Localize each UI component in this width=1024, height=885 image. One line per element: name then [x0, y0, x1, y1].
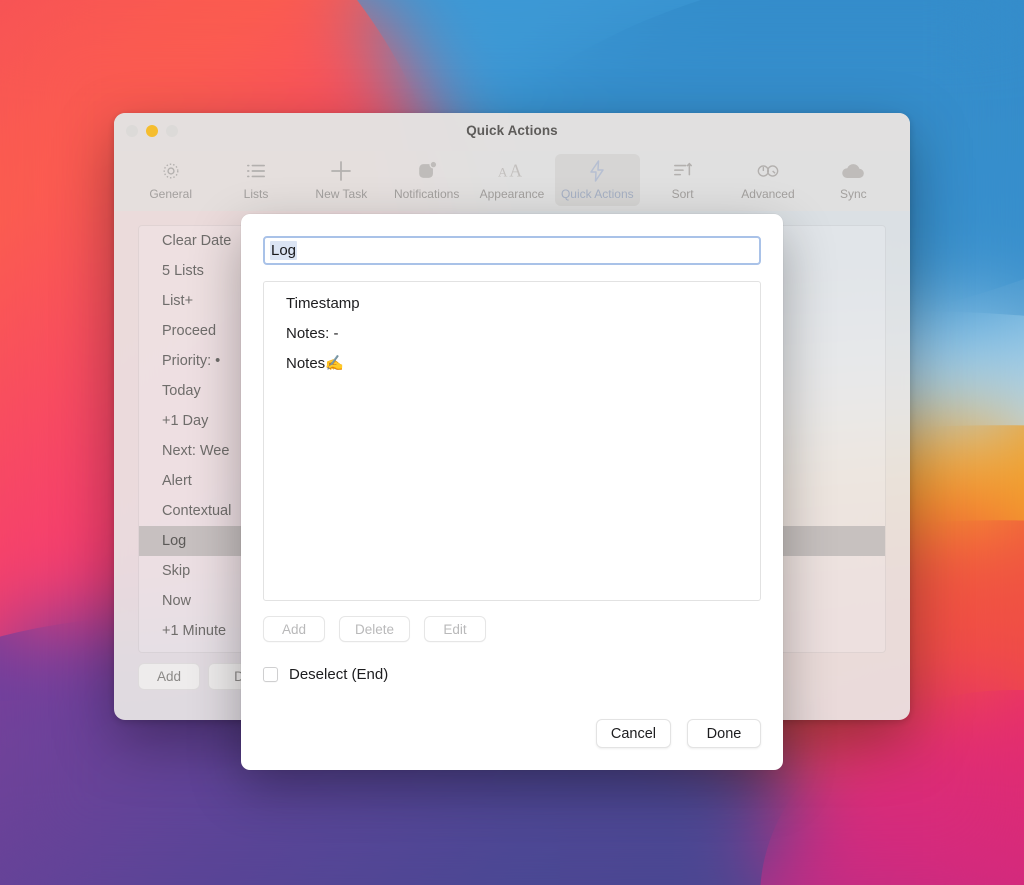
svg-text:A: A [498, 165, 508, 180]
toolbar-tab-advanced[interactable]: Advanced [725, 154, 810, 206]
list-item-label: Now [162, 593, 192, 609]
edit-step-button[interactable]: Edit [424, 616, 487, 642]
list-icon [245, 159, 267, 183]
list-item-label: +1 Day [162, 413, 209, 429]
toolbar-tab-label: Appearance [479, 187, 545, 201]
list-item-label: Log [162, 533, 187, 549]
list-item-label: Proceed [162, 323, 217, 339]
toolbar-tab-general[interactable]: General [128, 154, 213, 206]
toolbar-tab-sort[interactable]: Sort [640, 154, 725, 206]
list-item-label: Skip [162, 563, 191, 579]
list-item-label: Priority: • [162, 353, 221, 369]
gears-icon [755, 159, 781, 183]
window-titlebar[interactable]: Quick Actions [114, 113, 910, 151]
cancel-button[interactable]: Cancel [595, 719, 671, 748]
bolt-icon [587, 159, 607, 183]
notification-icon [416, 159, 438, 183]
sort-icon [672, 159, 694, 183]
list-item-label: Alert [162, 473, 192, 489]
action-name-input[interactable]: Log [263, 236, 761, 265]
preferences-toolbar: General Lists New Task Notifications A A… [114, 151, 910, 211]
toolbar-tab-lists[interactable]: Lists [213, 154, 298, 206]
list-item-label: 5 Lists [162, 263, 204, 279]
svg-text:A: A [509, 161, 522, 181]
list-item-label: +1 Minute [162, 623, 227, 639]
list-item-label: Clear Date [162, 233, 232, 249]
deselect-option-row[interactable]: Deselect (End) [263, 666, 761, 683]
toolbar-tab-label: New Task [315, 187, 368, 201]
list-item-label: Today [162, 383, 201, 399]
gear-icon [160, 159, 182, 183]
list-item-label: Contextual [162, 503, 232, 519]
cloud-icon [840, 159, 866, 183]
list-item-label: Timestamp [286, 295, 360, 312]
list-item-label: Notes: - [286, 325, 339, 342]
action-name-value: Log [270, 241, 298, 260]
text-size-icon: A A [498, 159, 526, 183]
toolbar-tab-label: Advanced [741, 187, 795, 201]
done-button[interactable]: Done [687, 719, 761, 748]
toolbar-tab-label: Quick Actions [560, 187, 634, 201]
toolbar-tab-label: Notifications [393, 187, 460, 201]
list-item[interactable]: Timestamp [264, 289, 760, 319]
window-title: Quick Actions [466, 123, 558, 138]
toolbar-tab-notifications[interactable]: Notifications [384, 154, 469, 206]
sheet-footer-buttons: Cancel Done [595, 719, 761, 748]
delete-step-button[interactable]: Delete [339, 616, 411, 642]
add-step-button[interactable]: Add [263, 616, 325, 642]
deselect-label: Deselect (End) [289, 666, 389, 683]
step-action-buttons: Add Delete Edit [263, 616, 761, 642]
edit-quick-action-sheet: Log Timestamp Notes: - Notes✍ Add Delete… [241, 214, 783, 770]
list-item-label: Notes✍ [286, 355, 344, 372]
toolbar-tab-appearance[interactable]: A A Appearance [469, 154, 554, 206]
plus-icon [329, 159, 353, 183]
toolbar-tab-label: General [149, 187, 193, 201]
toolbar-tab-sync[interactable]: Sync [811, 154, 896, 206]
list-item[interactable]: Notes✍ [264, 349, 760, 379]
list-item[interactable]: Notes: - [264, 319, 760, 349]
list-item-label: Next: Wee [162, 443, 230, 459]
toolbar-tab-label: Sync [839, 187, 867, 201]
toolbar-tab-quick-actions[interactable]: Quick Actions [554, 154, 640, 206]
toolbar-tab-label: Sort [671, 187, 694, 201]
action-steps-list[interactable]: Timestamp Notes: - Notes✍ [263, 281, 761, 601]
list-item-label: List+ [162, 293, 194, 309]
toolbar-tab-label: Lists [243, 187, 269, 201]
deselect-checkbox[interactable] [263, 667, 278, 682]
toolbar-tab-new-task[interactable]: New Task [299, 154, 384, 206]
add-action-button[interactable]: Add [138, 663, 200, 690]
